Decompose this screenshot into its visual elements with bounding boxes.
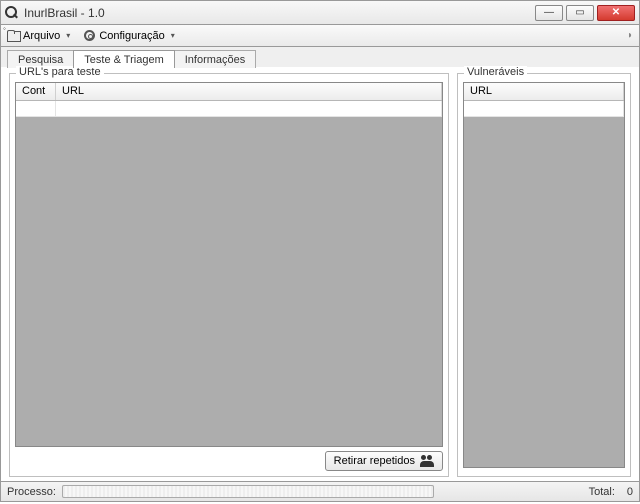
progress-bar: [62, 485, 434, 498]
processo-label: Processo:: [7, 486, 56, 498]
grip-marker: ◦: [3, 24, 6, 33]
title-bar: InurlBrasil - 1.0 — ▭ ✕: [0, 0, 640, 25]
col-url-vuln[interactable]: URL: [464, 83, 624, 100]
col-url[interactable]: URL: [56, 83, 442, 100]
menu-arquivo[interactable]: Arquivo ▾: [7, 30, 70, 42]
tab-informacoes[interactable]: Informações: [174, 50, 257, 68]
table-vulneraveis[interactable]: URL: [463, 82, 625, 468]
window-title: InurlBrasil - 1.0: [22, 6, 531, 20]
table-empty-area: [16, 117, 442, 446]
status-bar: Processo: Total: 0: [0, 482, 640, 502]
cell-cont: [16, 101, 56, 117]
tab-strip: Pesquisa Teste & Triagem Informações: [0, 47, 640, 67]
people-icon: [420, 455, 434, 467]
close-button[interactable]: ✕: [597, 5, 635, 21]
table-header: URL: [464, 83, 624, 101]
table-urls-teste-wrap: Cont URL: [15, 82, 443, 447]
menu-arquivo-label: Arquivo: [23, 30, 60, 42]
table-empty-area: [464, 117, 624, 467]
window-controls: — ▭ ✕: [535, 5, 635, 21]
col-cont[interactable]: Cont: [16, 83, 56, 100]
total-label: Total:: [589, 486, 615, 498]
chevron-down-icon: ▾: [66, 31, 70, 40]
content-area: URL's para teste Cont URL Retirar repeti…: [0, 67, 640, 482]
app-icon: [5, 6, 18, 19]
table-row[interactable]: [464, 101, 624, 117]
status-right: Total: 0: [589, 486, 633, 498]
groupbox-vulneraveis: Vulneráveis URL: [457, 73, 631, 477]
table-row[interactable]: [16, 101, 442, 117]
table-header: Cont URL: [16, 83, 442, 101]
retirar-repetidos-label: Retirar repetidos: [334, 455, 415, 467]
gear-icon: [84, 30, 95, 41]
groupbox-urls-teste: URL's para teste Cont URL Retirar repeti…: [9, 73, 449, 477]
button-row: Retirar repetidos: [15, 447, 443, 471]
retirar-repetidos-button[interactable]: Retirar repetidos: [325, 451, 443, 471]
minimize-button[interactable]: —: [535, 5, 563, 21]
groupbox-vulneraveis-title: Vulneráveis: [464, 66, 527, 78]
overflow-icon[interactable]: ◗: [627, 30, 633, 41]
file-icon: [7, 30, 19, 42]
menu-config-label: Configuração: [99, 30, 164, 42]
toolbar: ◦ Arquivo ▾ Configuração ▾ ◗: [0, 25, 640, 47]
cell-url: [56, 101, 442, 117]
cell-url-vuln: [464, 101, 624, 117]
table-urls-teste[interactable]: Cont URL: [15, 82, 443, 447]
total-value: 0: [627, 486, 633, 498]
maximize-button[interactable]: ▭: [566, 5, 594, 21]
tab-teste-triagem[interactable]: Teste & Triagem: [73, 50, 174, 68]
menu-config[interactable]: Configuração ▾: [84, 30, 174, 42]
chevron-down-icon: ▾: [171, 31, 175, 40]
